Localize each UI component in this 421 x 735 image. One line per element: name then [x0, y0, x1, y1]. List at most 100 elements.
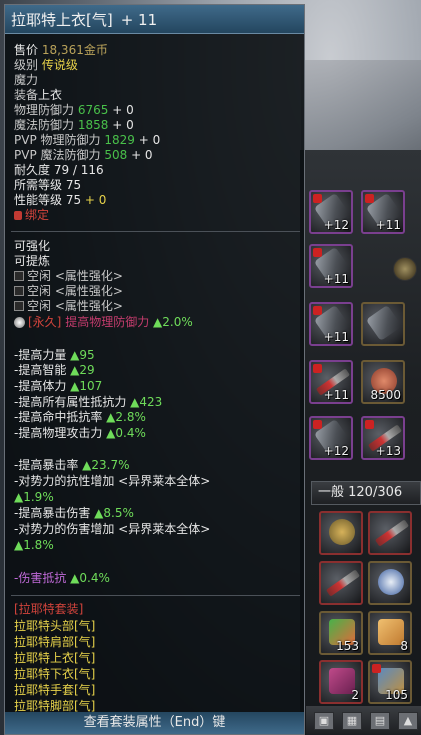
slot-count: 105	[385, 688, 408, 702]
inventory-slot[interactable]: 8500	[361, 360, 405, 404]
slot-count: 8	[400, 639, 408, 653]
inventory-slot[interactable]: +11	[309, 244, 353, 288]
socket-slot: 空闲 <属性强化>	[14, 269, 123, 284]
stat-label: -提高命中抵抗率	[14, 410, 103, 424]
durability-row: 耐久度 79 / 116	[14, 163, 104, 178]
inventory-slot[interactable]: 8	[368, 611, 412, 655]
inventory-slot[interactable]: 153	[319, 611, 363, 655]
staff-icon	[325, 569, 361, 597]
set-item: 拉耶特下衣[气]	[14, 667, 96, 681]
price-label: 售价	[14, 43, 39, 57]
inventory-tab-label: 一般 120/306	[318, 485, 403, 500]
orb-icon	[378, 569, 404, 595]
slot-count: +11	[323, 330, 349, 344]
item-title: 拉耶特上衣[气] + 11	[11, 9, 157, 30]
stat-value: ▲107	[70, 379, 103, 393]
special-stat-row: -伤害抵抗 ▲0.4%	[14, 571, 110, 586]
mag-def-value: 1858	[77, 118, 109, 132]
permanent-value: ▲2.0%	[153, 315, 193, 329]
set-item: 拉耶特手套[气]	[14, 683, 96, 697]
slot-count: +12	[323, 444, 349, 458]
durability: 耐久度 79 / 116	[14, 163, 104, 177]
lock-icon	[372, 664, 381, 673]
stat-row: ▲1.9%	[14, 490, 54, 505]
stat-label: -提高体力	[14, 379, 67, 393]
slot-count: +11	[323, 388, 349, 402]
stat-value: ▲8.5%	[94, 506, 134, 520]
mag-def-label: 魔法防御力	[14, 118, 75, 132]
stat-label: -提高力量	[14, 348, 67, 362]
req-level-row: 所需等级 75	[14, 178, 81, 193]
slot-count: +11	[323, 272, 349, 286]
stat-label: -提高暴击率	[14, 458, 79, 472]
slot-count: +12	[323, 218, 349, 232]
inventory-slot[interactable]: 2	[319, 660, 363, 704]
req-level: 所需等级 75	[14, 178, 82, 192]
item-name: 拉耶特上衣[气]	[11, 11, 113, 29]
enhance-level: + 11	[120, 11, 158, 29]
sort-button[interactable]	[393, 257, 417, 281]
stat-row: -提高暴击率 ▲23.7%	[14, 458, 130, 473]
lock-icon	[313, 194, 322, 203]
stat-value: ▲1.9%	[14, 490, 54, 504]
stat-row: -对势力的抗性增加 <异界莱本全体>	[14, 474, 210, 489]
inventory-slot[interactable]: +12	[309, 190, 353, 234]
permanent-text: 提高物理防御力	[65, 315, 150, 329]
stat-value: ▲95	[70, 348, 95, 362]
can-refine-label: 可提炼	[14, 254, 51, 268]
socket-label: 空闲 <属性强化>	[27, 269, 123, 283]
pvp-mag-value: 508	[104, 148, 128, 162]
stat-value: ▲23.7%	[82, 458, 130, 472]
stat-label: -提高物理攻击力	[14, 426, 103, 440]
inventory-slot[interactable]: +13	[361, 416, 405, 460]
stat-row: -提高体力 ▲107	[14, 379, 102, 394]
stat-label: -对势力的伤害增加 <异界莱本全体>	[14, 522, 211, 536]
slot-row: 装备上衣	[14, 88, 62, 103]
mag-def-row: 魔法防御力 1858 + 0	[14, 118, 134, 133]
set-item: 拉耶特头部[气]	[14, 619, 96, 633]
phys-def-label: 物理防御力	[14, 103, 75, 117]
can-enhance-label: 可强化	[14, 239, 51, 253]
can-enhance: 可强化	[14, 239, 50, 254]
inventory-slot[interactable]	[319, 511, 363, 555]
grade-label: 级别	[14, 58, 39, 72]
trash-icon[interactable]: ▣	[314, 712, 334, 730]
inventory-tab-general[interactable]: 一般 120/306	[311, 481, 421, 505]
stat-label: -提高暴击伤害	[14, 506, 91, 520]
special-stat-value: ▲0.4%	[70, 571, 110, 585]
slot-label: 装备	[14, 88, 39, 102]
inventory-slot[interactable]: +12	[309, 416, 353, 460]
lock-icon	[365, 194, 374, 203]
stat-label: -提高智能	[14, 363, 67, 377]
storage-icon[interactable]: ▤	[370, 712, 390, 730]
pvp-phys-row: PVP 物理防御力 1829 + 0	[14, 133, 160, 148]
inventory-slot[interactable]	[319, 561, 363, 605]
arrow-up-icon[interactable]: ▲	[398, 712, 418, 730]
pvp-phys-value: 1829	[104, 133, 135, 147]
slot-value: 上衣	[38, 88, 63, 102]
perf-level-bonus: + 0	[84, 193, 107, 207]
pvp-mag-bonus: + 0	[131, 148, 153, 162]
set-item: 拉耶特上衣[气]	[14, 651, 96, 665]
grid-view-icon[interactable]: ▦	[342, 712, 362, 730]
stat-row: -提高力量 ▲95	[14, 348, 95, 363]
inventory-slot[interactable]: +11	[309, 360, 353, 404]
stat-row: -对势力的伤害增加 <异界莱本全体>	[14, 522, 210, 537]
grade-row: 级别 传说级	[14, 58, 78, 73]
inventory-slot[interactable]	[368, 561, 412, 605]
phys-def-value: 6765	[77, 103, 109, 117]
mag-def-bonus: + 0	[112, 118, 134, 132]
magic-row: 魔力	[14, 73, 38, 88]
inventory-slot[interactable]	[361, 302, 405, 346]
inventory-slot[interactable]: +11	[309, 302, 353, 346]
inventory-slot[interactable]	[368, 511, 412, 555]
inventory-slot[interactable]: +11	[361, 190, 405, 234]
lock-icon	[313, 248, 322, 257]
inventory-slot[interactable]: 105	[368, 660, 412, 704]
item-tooltip: 拉耶特上衣[气] + 11 售价 18,361金币 级别 传说级 魔力 装备上衣 …	[4, 4, 305, 735]
lock-icon	[313, 420, 322, 429]
pvp-phys-label: PVP 物理防御力	[14, 133, 101, 147]
slot-count: 8500	[370, 388, 401, 402]
grade-value: 传说级	[41, 58, 78, 72]
special-stat-label: -伤害抵抗	[14, 571, 67, 585]
